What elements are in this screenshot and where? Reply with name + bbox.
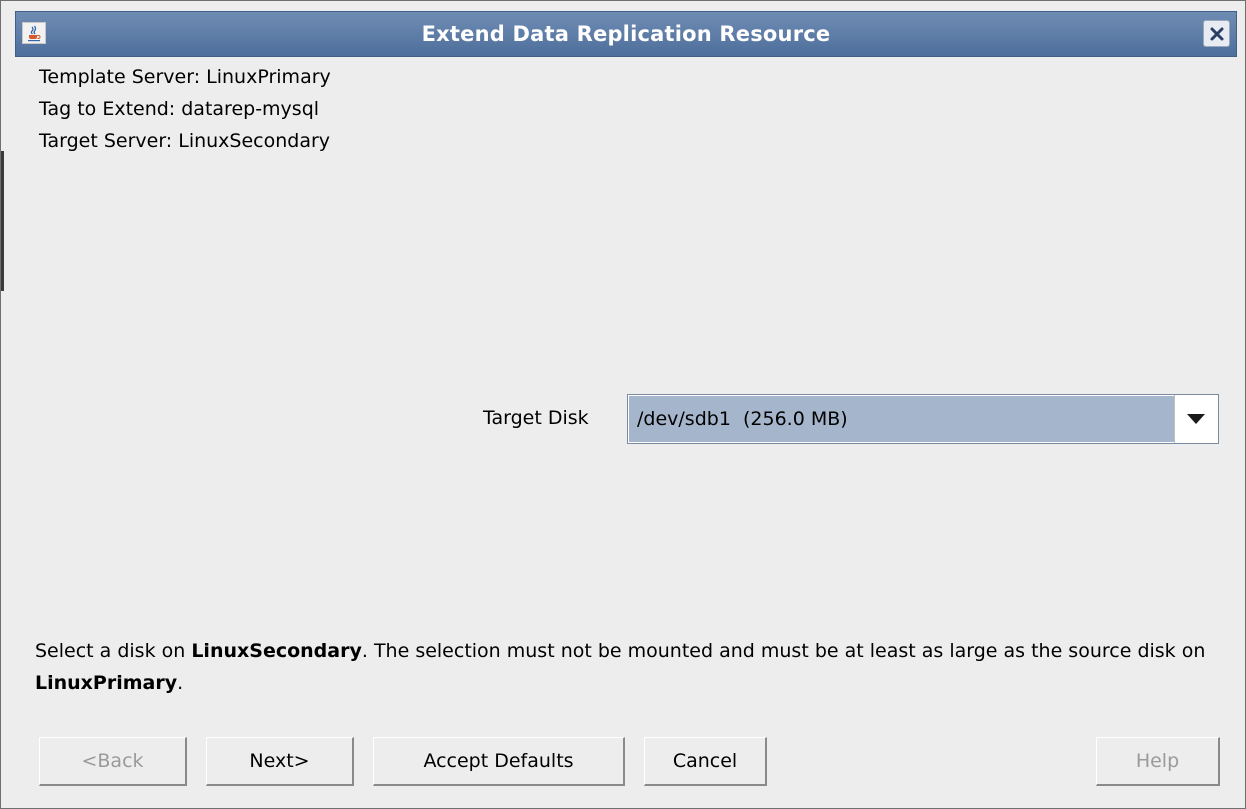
instruction-server-secondary: LinuxSecondary	[191, 640, 362, 662]
target-server-text: Target Server: LinuxSecondary	[39, 130, 331, 152]
window-edge	[1, 151, 4, 291]
instruction-text: Select a disk on LinuxSecondary. The sel…	[35, 635, 1225, 699]
dialog-window: Extend Data Replication Resource Templat…	[0, 0, 1246, 809]
target-disk-select[interactable]: /dev/sdb1 (256.0 MB)	[627, 394, 1219, 444]
instruction-part1: Select a disk on	[35, 640, 192, 662]
template-server-text: Template Server: LinuxPrimary	[39, 66, 331, 88]
instruction-server-primary: LinuxPrimary	[35, 672, 178, 694]
target-disk-label: Target Disk	[483, 407, 589, 429]
cancel-button[interactable]: Cancel	[644, 737, 767, 786]
close-button[interactable]	[1203, 20, 1230, 47]
back-button[interactable]: <Back	[39, 737, 187, 786]
dialog-content: Template Server: LinuxPrimary Tag to Ext…	[15, 57, 1237, 800]
instruction-part3: .	[177, 672, 184, 694]
window-title: Extend Data Replication Resource	[421, 22, 831, 46]
next-button[interactable]: Next>	[206, 737, 354, 786]
target-disk-value[interactable]: /dev/sdb1 (256.0 MB)	[629, 396, 1174, 442]
close-icon	[1210, 27, 1224, 41]
instruction-part2: . The selection must not be mounted and …	[361, 640, 1206, 662]
tag-to-extend-text: Tag to Extend: datarep-mysql	[39, 98, 320, 120]
title-bar[interactable]: Extend Data Replication Resource	[15, 11, 1237, 57]
chevron-down-icon	[1187, 414, 1205, 424]
dropdown-button[interactable]	[1174, 395, 1218, 443]
help-button[interactable]: Help	[1096, 737, 1220, 786]
accept-defaults-button[interactable]: Accept Defaults	[373, 737, 625, 786]
